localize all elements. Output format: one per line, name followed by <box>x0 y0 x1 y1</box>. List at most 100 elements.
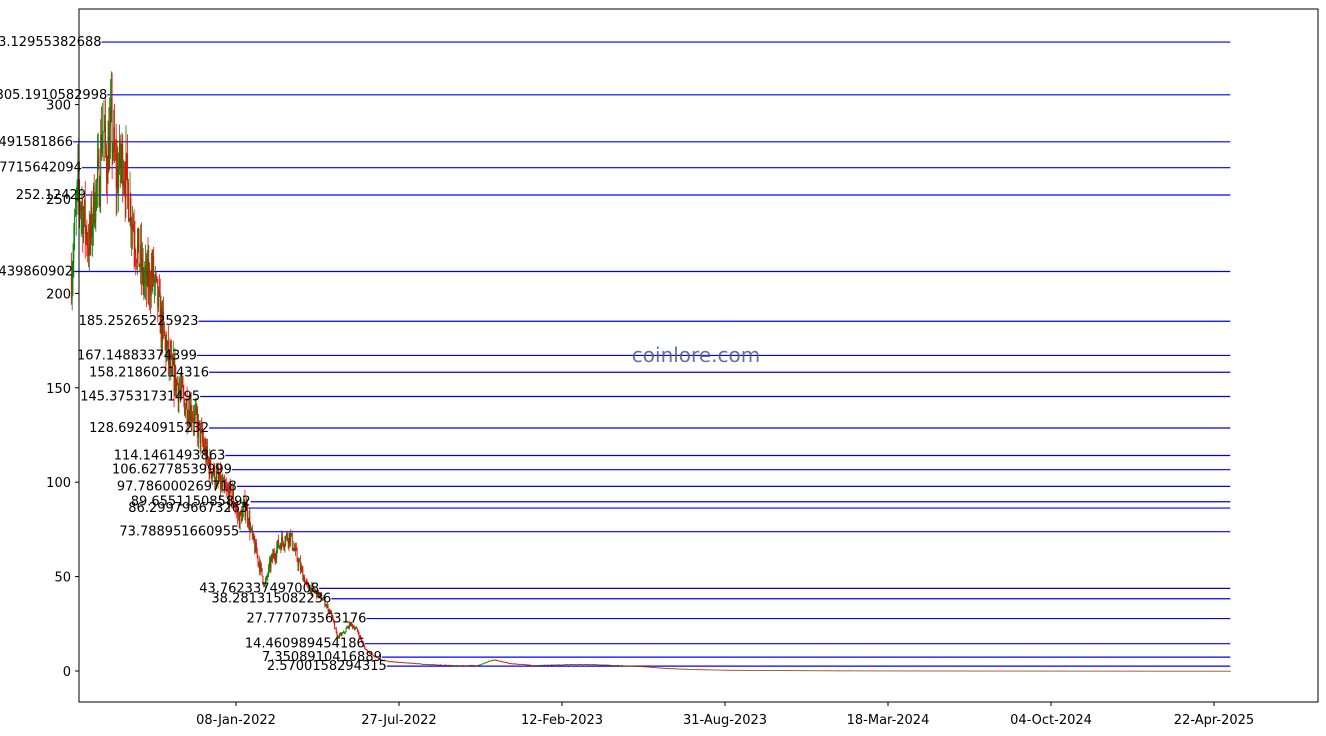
candle-body <box>726 669 728 671</box>
candle-body <box>802 670 804 672</box>
candle-body <box>617 665 619 666</box>
candle-body <box>1093 670 1095 672</box>
candle-body <box>1156 670 1158 672</box>
candle-body <box>688 669 690 670</box>
candle-body <box>274 556 276 559</box>
candle-body <box>644 666 646 668</box>
candle-body <box>747 669 749 671</box>
candle-body <box>118 169 120 190</box>
candle-body <box>828 670 830 672</box>
candle-body <box>273 553 274 559</box>
candle-body <box>971 670 973 672</box>
candle-body <box>1183 670 1185 672</box>
candle-body <box>92 224 94 236</box>
candle-body <box>1229 670 1231 672</box>
candle-body <box>110 97 112 109</box>
candle-body <box>544 664 546 666</box>
candle-body <box>1201 670 1203 672</box>
candle-body <box>815 670 817 672</box>
candle-body <box>920 670 922 672</box>
watermark: coinlore.com <box>632 343 760 367</box>
candle-body <box>860 670 862 672</box>
candle-body <box>812 670 814 672</box>
candle-body <box>181 379 183 387</box>
candle-body <box>1193 670 1195 672</box>
candle-body <box>1154 670 1156 672</box>
candle-body <box>627 665 629 667</box>
candle-body <box>462 665 464 667</box>
candle-body <box>841 670 843 672</box>
candle-body <box>260 563 262 568</box>
candle-body <box>626 665 628 667</box>
candle-body <box>853 670 855 672</box>
candle-body <box>918 670 920 672</box>
candle-body <box>1017 670 1019 672</box>
candle-body <box>1023 670 1025 672</box>
candle-body <box>1009 670 1011 672</box>
candle-body <box>136 260 138 263</box>
candle-body <box>298 561 300 567</box>
candle-body <box>519 664 521 665</box>
candle-body <box>632 665 634 667</box>
candle-body <box>1208 670 1210 672</box>
candle-body <box>1063 670 1065 672</box>
candle-body <box>922 670 924 672</box>
candle-body <box>532 665 534 667</box>
candle-body <box>357 631 359 634</box>
candle-body <box>295 547 296 551</box>
candle-body <box>1118 670 1120 672</box>
candle-body <box>555 664 557 666</box>
candle-body <box>1088 670 1090 672</box>
candle-body <box>643 666 644 668</box>
candle-body <box>577 664 578 666</box>
candle-body <box>1029 670 1031 672</box>
candle-body <box>689 669 691 670</box>
candle-body <box>1192 670 1194 672</box>
candle-body <box>572 664 574 666</box>
candle-body <box>517 663 519 665</box>
level-label: 252.12429 <box>16 188 86 203</box>
candle-body <box>140 244 142 266</box>
candle-body <box>426 664 428 666</box>
candle-body <box>1036 670 1038 672</box>
candle-body <box>1099 670 1101 672</box>
candle-body <box>537 665 539 666</box>
candle-body <box>1081 670 1083 672</box>
candle-body <box>945 670 947 672</box>
candle-body <box>907 670 909 672</box>
candle-body <box>882 670 884 672</box>
candle-body <box>619 665 621 667</box>
candle-body <box>767 670 769 671</box>
candle-body <box>559 664 561 666</box>
candle-body <box>806 670 808 672</box>
candle-body <box>753 670 755 671</box>
candle-body <box>286 533 287 537</box>
candle-body <box>176 380 178 385</box>
candle-body <box>1035 670 1037 672</box>
candle-body <box>496 660 498 661</box>
candle-body <box>668 668 670 669</box>
candle-body <box>867 670 869 672</box>
candle-body <box>991 670 993 672</box>
candle-body <box>840 670 842 672</box>
candle-body <box>764 670 766 671</box>
candle-body <box>624 665 626 667</box>
candle-body <box>340 633 342 636</box>
candle-body <box>934 670 936 672</box>
candle-body <box>596 664 598 666</box>
candle-body <box>603 664 605 666</box>
candle-body <box>594 664 596 666</box>
candle-body <box>878 670 880 672</box>
candle-body <box>938 670 939 672</box>
candle-body <box>142 258 144 284</box>
candle-body <box>531 665 533 667</box>
candle-body <box>633 665 635 667</box>
candle-body <box>906 670 908 672</box>
candle-body <box>670 668 672 670</box>
candle-body <box>143 280 145 284</box>
candle-body <box>908 670 910 672</box>
candle-body <box>101 131 103 154</box>
level-label: 211.58439860902 <box>0 265 73 280</box>
candle-body <box>929 670 931 672</box>
candle-body <box>1140 670 1142 672</box>
